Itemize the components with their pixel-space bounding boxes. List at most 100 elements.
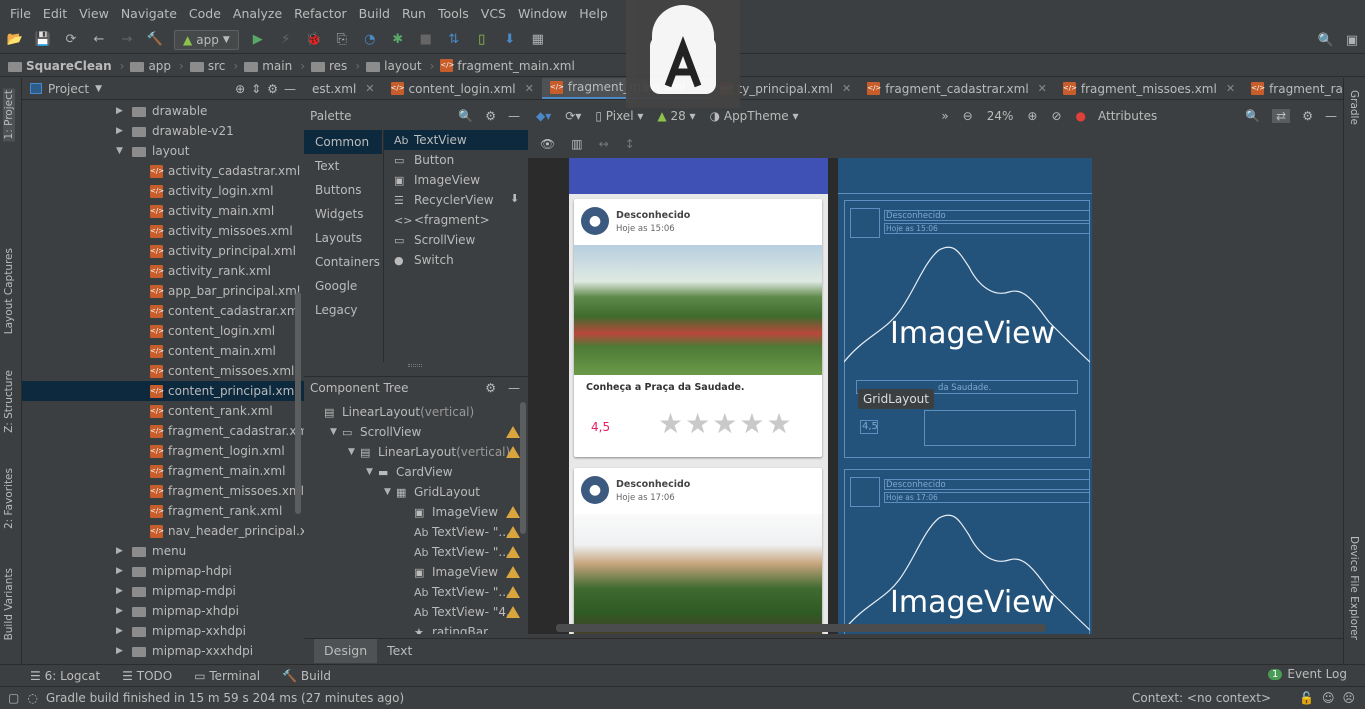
favorites-tool-tab[interactable]: 2: Favorites	[3, 468, 15, 529]
close-icon[interactable]: ✕	[842, 82, 851, 95]
chevron-right-icon[interactable]: ▶	[116, 546, 128, 556]
tree-file[interactable]: </> activity_login.xml	[22, 181, 304, 201]
attributes-settings-icon[interactable]: ⚙	[1302, 109, 1313, 123]
close-icon[interactable]: ✕	[525, 82, 534, 95]
build-hammer-icon[interactable]: 🔨	[146, 31, 164, 49]
back-icon[interactable]: ←	[90, 31, 108, 49]
forward-icon[interactable]: →	[118, 31, 136, 49]
stop-icon[interactable]: ■	[417, 31, 435, 49]
layers-icon[interactable]: ◆▾	[536, 109, 551, 123]
component-node[interactable]: ★ ratingBar	[304, 622, 528, 634]
menu-vcs[interactable]: VCS	[475, 6, 512, 21]
palette-item[interactable]: ▣ ImageView	[384, 170, 528, 190]
palette-item[interactable]: ● Switch	[384, 250, 528, 270]
tree-folder[interactable]: ▶ mipmap-mdpi	[22, 581, 304, 601]
tree-file[interactable]: </> content_login.xml	[22, 321, 304, 341]
editor-tab[interactable]: est.xml ✕	[304, 78, 383, 99]
palette-category[interactable]: Buttons	[304, 178, 382, 202]
event-log[interactable]: 1 Event Log	[1268, 667, 1347, 681]
build-tool-button[interactable]: 🔨 Build	[282, 669, 331, 683]
tree-file[interactable]: </> content_principal.xml	[22, 381, 304, 401]
coverage-icon[interactable]: ✱	[389, 31, 407, 49]
tab-design[interactable]: Design	[314, 638, 378, 663]
sync-icon[interactable]: ⟳	[62, 31, 80, 49]
tree-file[interactable]: </> fragment_cadastrar.xml	[22, 421, 304, 441]
tree-folder[interactable]: ▶ mipmap-xxxhdpi	[22, 641, 304, 661]
menu-window[interactable]: Window	[512, 6, 573, 21]
collapse-all-icon[interactable]: ⇕	[251, 82, 261, 96]
hide-panel-icon[interactable]: —	[284, 82, 296, 96]
toggle-tool-windows-icon[interactable]: ▢	[8, 691, 19, 705]
breadcrumb-item[interactable]: main ›	[244, 59, 311, 73]
component-node[interactable]: Ab TextView- "...	[304, 542, 528, 562]
overflow-icon[interactable]: »	[941, 109, 948, 123]
chevron-down-icon[interactable]: ▼	[95, 84, 102, 94]
component-node[interactable]: Ab TextView- "4...	[304, 602, 528, 622]
sdk-manager-icon[interactable]: ⬇	[501, 31, 519, 49]
tree-file[interactable]: </> fragment_rank.xml	[22, 501, 304, 521]
zoom-fit-icon[interactable]: ⊘	[1051, 109, 1061, 123]
menu-build[interactable]: Build	[353, 6, 396, 21]
attributes-search-icon[interactable]: 🔍	[1245, 109, 1260, 123]
close-icon[interactable]: ✕	[1038, 82, 1047, 95]
tree-folder[interactable]: ▶ drawable-v21	[22, 121, 304, 141]
breadcrumb-item[interactable]: app ›	[130, 59, 189, 73]
splitter-handle[interactable]	[408, 364, 422, 367]
gradle-sync-icon[interactable]: ⇅	[445, 31, 463, 49]
menu-tools[interactable]: Tools	[432, 6, 475, 21]
error-icon[interactable]: ●	[1076, 109, 1086, 123]
component-tree-settings-icon[interactable]: ⚙	[485, 381, 496, 395]
component-node[interactable]: ▤ LinearLayout (vertical)	[304, 402, 528, 422]
vertical-resize-icon[interactable]: ↕	[625, 137, 635, 151]
project-structure-icon[interactable]: ▦	[529, 31, 547, 49]
tab-text[interactable]: Text	[377, 639, 422, 663]
chevron-right-icon[interactable]: ▶	[116, 606, 128, 616]
chevron-down-icon[interactable]: ▼	[384, 487, 396, 497]
tree-file[interactable]: </> fragment_missoes.xml	[22, 481, 304, 501]
warning-icon[interactable]	[506, 506, 520, 518]
editor-tab[interactable]: </> content_login.xml ✕	[383, 78, 542, 99]
editor-tab[interactable]: </> fragment_cadastrar.xml ✕	[859, 78, 1055, 99]
run-configuration-select[interactable]: ▲ app ▼	[174, 29, 239, 50]
warning-icon[interactable]	[506, 446, 520, 458]
palette-item[interactable]: ▭ ScrollView	[384, 230, 528, 250]
api-select[interactable]: ▲ 28 ▾	[657, 109, 695, 123]
breadcrumb-item[interactable]: SquareClean ›	[8, 59, 130, 73]
menu-help[interactable]: Help	[573, 6, 614, 21]
debug-icon[interactable]: 🐞	[305, 31, 323, 49]
tree-folder[interactable]: ▶ menu	[22, 541, 304, 561]
tree-folder[interactable]: ▶ mipmap-xhdpi	[22, 601, 304, 621]
chevron-right-icon[interactable]: ▶	[116, 626, 128, 636]
blueprint-toggle-icon[interactable]: ▥	[571, 137, 582, 151]
chevron-down-icon[interactable]: ▼	[348, 447, 360, 457]
design-canvas[interactable]: ● Desconhecido Hoje as 15:06 Conheça a P…	[528, 158, 1092, 634]
terminal-tool-button[interactable]: ▭ Terminal	[194, 669, 260, 683]
warning-icon[interactable]	[506, 606, 520, 618]
post-card[interactable]: ● Desconhecido Hoje as 17:06	[574, 468, 822, 634]
tree-file[interactable]: </> activity_principal.xml	[22, 241, 304, 261]
warning-icon[interactable]	[506, 586, 520, 598]
menu-refactor[interactable]: Refactor	[288, 6, 352, 21]
palette-category[interactable]: Common	[304, 130, 382, 154]
chevron-down-icon[interactable]: ▼	[366, 467, 378, 477]
palette-category[interactable]: Containers	[304, 250, 382, 274]
locate-icon[interactable]: ⊕	[235, 82, 245, 96]
context-label[interactable]: Context: <no context>	[1132, 691, 1271, 705]
run-icon[interactable]: ▶	[249, 31, 267, 49]
tree-file[interactable]: </> nav_header_principal.xml	[22, 521, 304, 541]
tree-file[interactable]: </> content_rank.xml	[22, 401, 304, 421]
warning-icon[interactable]	[506, 566, 520, 578]
breadcrumb-item[interactable]: layout ›	[366, 59, 440, 73]
tree-file[interactable]: </> activity_main.xml	[22, 201, 304, 221]
menu-run[interactable]: Run	[396, 6, 432, 21]
palette-item[interactable]: Ab TextView	[384, 130, 528, 150]
tree-folder[interactable]: ▼ layout	[22, 141, 304, 161]
tree-file[interactable]: </> fragment_login.xml	[22, 441, 304, 461]
gradle-tool-tab[interactable]: Gradle	[1348, 90, 1360, 125]
palette-category[interactable]: Widgets	[304, 202, 382, 226]
menu-navigate[interactable]: Navigate	[115, 6, 183, 21]
component-node[interactable]: ▣ ImageView	[304, 562, 528, 582]
device-file-explorer-tab[interactable]: Device File Explorer	[1348, 536, 1360, 640]
project-view-select[interactable]: Project	[48, 82, 89, 96]
tree-file[interactable]: </> content_main.xml	[22, 341, 304, 361]
